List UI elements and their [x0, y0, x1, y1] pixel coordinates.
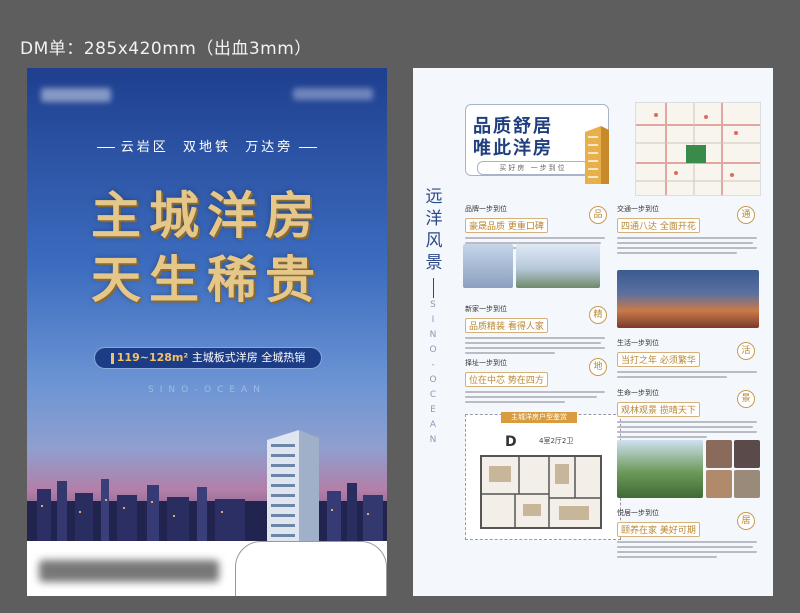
footer-arc [235, 541, 387, 596]
section-tag: 位在中芯 势在四方 [465, 372, 548, 387]
photo-highway-night [617, 270, 759, 328]
page-title: DM单：285x420mm（出血3mm） [20, 39, 312, 59]
floor-plan-letter: D [505, 434, 517, 450]
vertical-letter: N [429, 330, 437, 340]
section-tag: 观林观景 揽晴天下 [617, 402, 700, 417]
headline-line-1: 主城洋房 [91, 186, 323, 245]
vertical-divider [433, 278, 434, 298]
developer-info [39, 560, 219, 582]
front-tagline: 云岩区 双地铁 万达旁 [27, 136, 387, 155]
brand-slogan [293, 88, 373, 100]
city-skyline [27, 479, 387, 541]
vertical-letter: O [429, 375, 437, 385]
badge-ju: 居 [737, 512, 755, 530]
area-range: 119~128m² [116, 351, 189, 364]
front-watermark: SINO-OCEAN [148, 385, 266, 395]
vertical-letter: A [429, 420, 437, 430]
vertical-char: 远 [425, 187, 443, 207]
section-body [617, 371, 767, 378]
vertical-letter: O [429, 345, 437, 355]
photo-leisure [734, 470, 760, 498]
section-body [465, 337, 615, 354]
area-pill: 119~128m² 主城板式洋房 全城热销 [95, 348, 321, 368]
section-tag: 豪晟品质 更重口碑 [465, 218, 548, 233]
vertical-letter: N [429, 435, 437, 445]
back-page: 远 洋 风 景 S I N O - O C E A N 品质舒居 唯此洋房 买好… [413, 68, 773, 596]
residential-tower [267, 430, 319, 550]
location-map [635, 102, 761, 196]
section-tag: 四通八达 全面开花 [617, 218, 700, 233]
vertical-char: 风 [425, 231, 443, 251]
tagline-item: 云岩区 [120, 140, 169, 155]
building-icon [585, 126, 609, 184]
photo-family [706, 470, 732, 498]
vertical-letter: S [430, 300, 436, 310]
badge-tong: 通 [737, 206, 755, 224]
floor-plan-spec: 4室2厅2卫 [539, 437, 574, 445]
vertical-title-en: S I N O - O C E A N [425, 298, 441, 448]
vertical-letter: I [431, 315, 435, 325]
tagline-item: 万达旁 [245, 140, 294, 155]
section-body [617, 237, 767, 254]
section-tag: 颐养在家 美好可期 [617, 522, 700, 537]
section-tag: 品质精装 看得人家 [465, 318, 548, 333]
quote-subtitle: 买好房 一步到位 [477, 161, 589, 175]
badge-di: 地 [589, 358, 607, 376]
section-body [465, 391, 615, 403]
section-body [617, 541, 767, 558]
vertical-char: 景 [425, 253, 443, 273]
badge-jing-view: 景 [737, 390, 755, 408]
photo-shopping [706, 440, 732, 468]
photo-building-aerial [463, 244, 513, 288]
vertical-letter: - [431, 360, 435, 370]
headline-line-2: 天生稀贵 [91, 250, 323, 309]
brand-logo [41, 88, 111, 102]
badge-pin: 品 [589, 206, 607, 224]
photo-dining [734, 440, 760, 468]
vertical-letter: C [429, 390, 437, 400]
vertical-letter: E [430, 405, 436, 415]
section-body [617, 421, 767, 438]
vertical-title-cn: 远 洋 风 景 [423, 186, 445, 274]
photo-park [617, 440, 703, 498]
badge-jing: 精 [589, 306, 607, 324]
quote-line-2: 唯此洋房 [473, 138, 553, 159]
section-tag: 当打之年 必须繁华 [617, 352, 700, 367]
front-page: 云岩区 双地铁 万达旁 主城洋房 天生稀贵 119~128m² 主城板式洋房 全… [27, 68, 387, 596]
photo-buildings [516, 244, 600, 288]
floor-plan-drawing [480, 455, 602, 529]
vertical-char: 洋 [425, 209, 443, 229]
floor-plan-header: 主城洋房户型鉴赏 [501, 412, 577, 423]
tagline-item: 双地铁 [182, 140, 231, 155]
area-pill-text: 主城板式洋房 全城热销 [191, 351, 306, 364]
badge-huo: 活 [737, 342, 755, 360]
